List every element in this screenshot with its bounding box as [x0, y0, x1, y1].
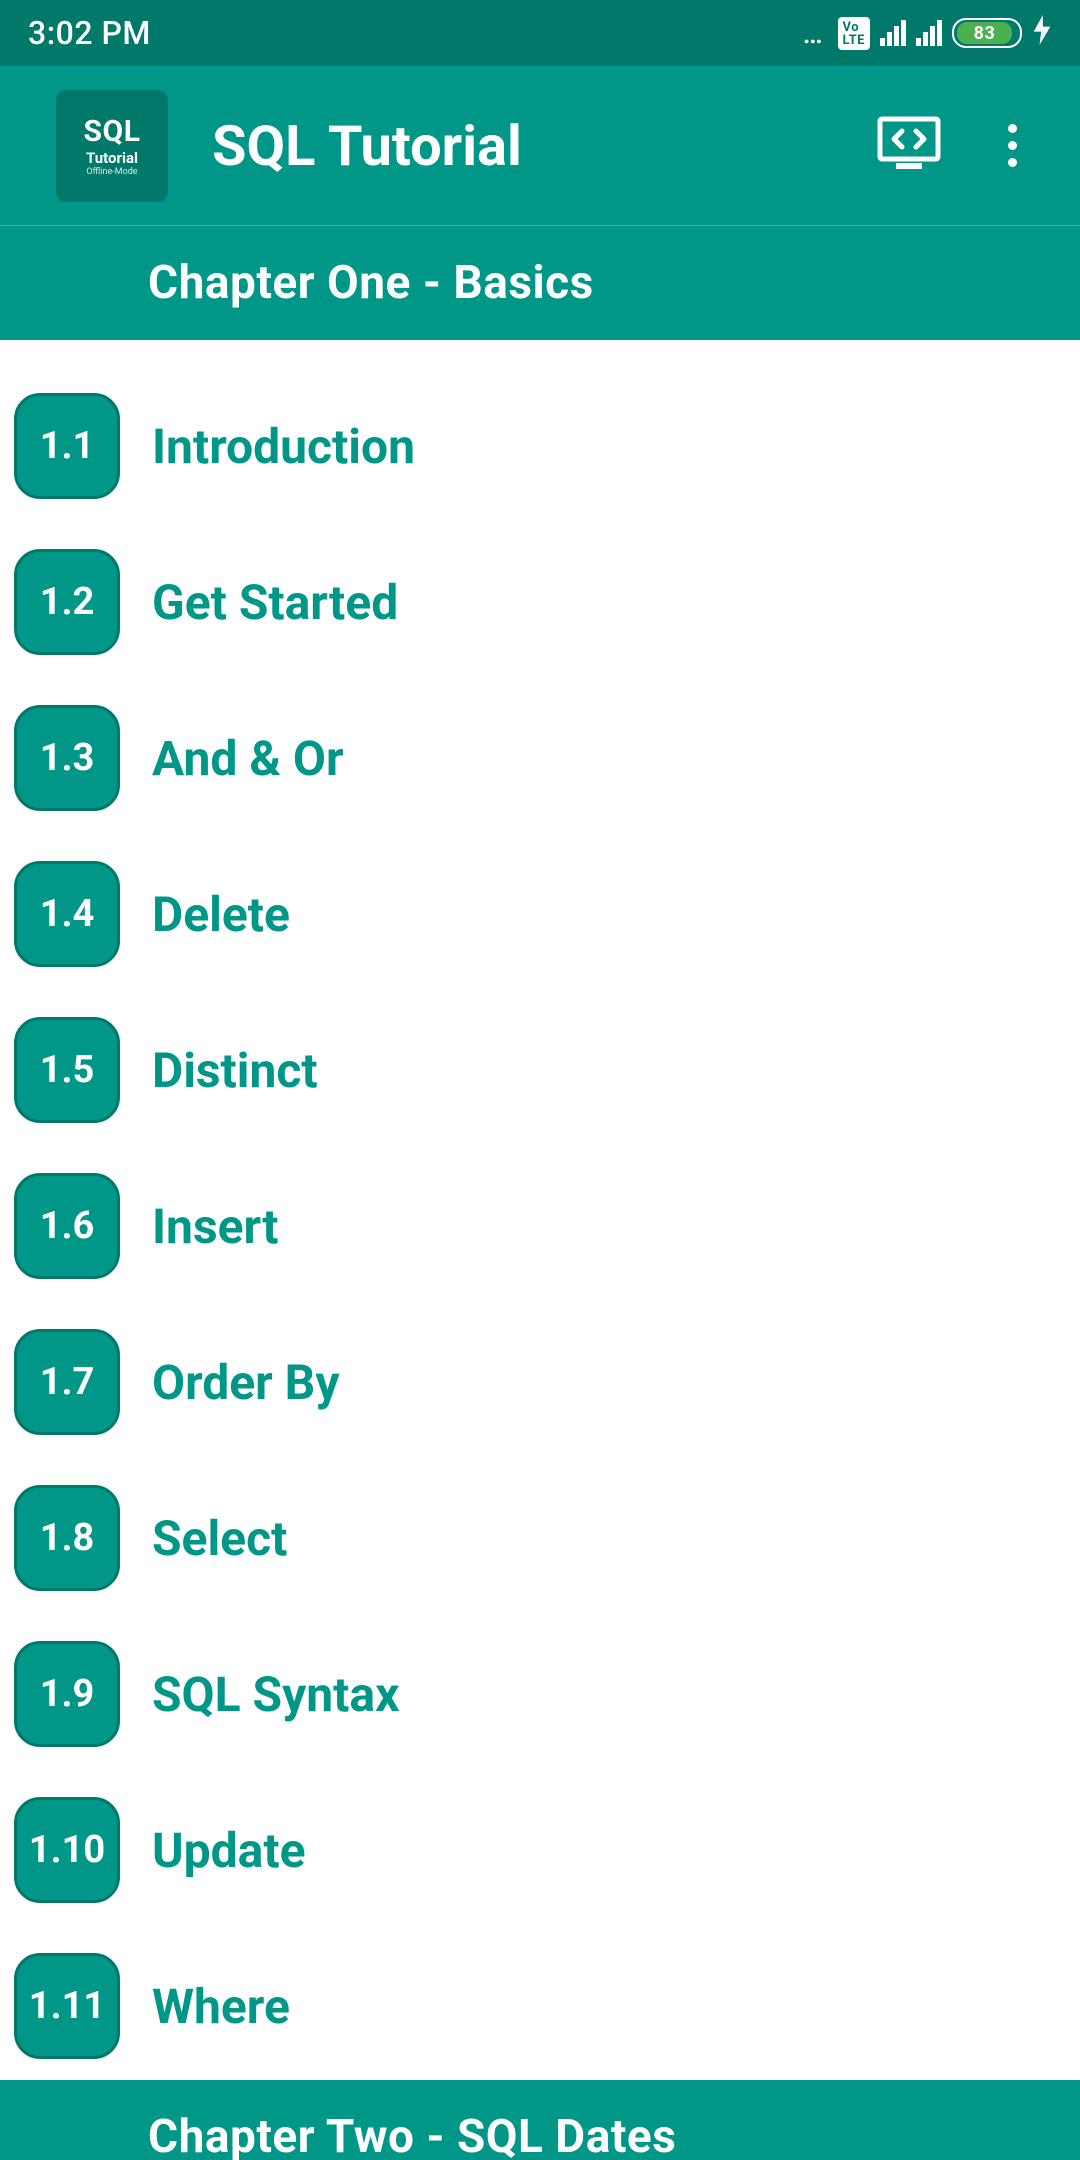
battery-level: 83	[957, 22, 1012, 44]
lesson-row[interactable]: 1.4 Delete	[0, 840, 1080, 988]
lesson-title: And & Or	[152, 730, 344, 787]
app-title: SQL Tutorial	[212, 113, 874, 179]
lesson-badge: 1.4	[14, 861, 120, 967]
signal-1-icon	[880, 20, 906, 46]
battery-icon: 83	[952, 18, 1022, 48]
lesson-title: Introduction	[152, 418, 415, 475]
lesson-title: Order By	[152, 1354, 339, 1411]
lesson-badge: 1.9	[14, 1641, 120, 1747]
lesson-badge: 1.3	[14, 705, 120, 811]
lesson-row[interactable]: 1.1 Introduction	[0, 372, 1080, 520]
lesson-row[interactable]: 1.8 Select	[0, 1464, 1080, 1612]
lesson-row[interactable]: 1.7 Order By	[0, 1308, 1080, 1456]
lesson-title: Where	[152, 1978, 290, 2035]
lesson-title: Delete	[152, 886, 290, 943]
chapter-header-2: Chapter Two - SQL Dates	[0, 2080, 1080, 2160]
logo-line1: SQL	[84, 114, 141, 149]
more-options-icon[interactable]	[988, 122, 1036, 170]
lesson-title: Get Started	[152, 574, 398, 631]
lesson-badge: 1.7	[14, 1329, 120, 1435]
lesson-row[interactable]: 1.5 Distinct	[0, 996, 1080, 1144]
lesson-title: Select	[152, 1510, 287, 1567]
signal-2-icon	[916, 20, 942, 46]
lesson-title: Insert	[152, 1198, 279, 1255]
lesson-badge: 1.10	[14, 1797, 120, 1903]
lesson-row[interactable]: 1.3 And & Or	[0, 684, 1080, 832]
logo-line2: Tutorial	[86, 149, 138, 167]
lesson-row[interactable]: 1.2 Get Started	[0, 528, 1080, 676]
lesson-title: Update	[152, 1822, 306, 1879]
logo-line3: Offline-Mode	[86, 167, 137, 177]
lesson-title: Distinct	[152, 1042, 318, 1099]
volte-icon: VoLTE	[838, 17, 870, 50]
lesson-badge: 1.1	[14, 393, 120, 499]
lesson-row[interactable]: 1.9 SQL Syntax	[0, 1620, 1080, 1768]
lesson-title: SQL Syntax	[152, 1666, 400, 1723]
lesson-badge: 1.2	[14, 549, 120, 655]
lesson-row[interactable]: 1.10 Update	[0, 1776, 1080, 1924]
lesson-badge: 1.11	[14, 1953, 120, 2059]
lesson-list-chapter-1: 1.1 Introduction 1.2 Get Started 1.3 And…	[0, 340, 1080, 2080]
lesson-badge: 1.5	[14, 1017, 120, 1123]
code-monitor-icon[interactable]	[874, 109, 944, 183]
lesson-row[interactable]: 1.11 Where	[0, 1932, 1080, 2080]
chapter-header-1: Chapter One - Basics	[0, 226, 1080, 340]
lesson-badge: 1.6	[14, 1173, 120, 1279]
app-bar: SQL Tutorial Offline-Mode SQL Tutorial	[0, 66, 1080, 226]
lesson-row[interactable]: 1.6 Insert	[0, 1152, 1080, 1300]
status-time: 3:02 PM	[28, 14, 151, 52]
lesson-badge: 1.8	[14, 1485, 120, 1591]
app-logo[interactable]: SQL Tutorial Offline-Mode	[56, 90, 168, 202]
status-bar: 3:02 PM … VoLTE 83	[0, 0, 1080, 66]
status-right: … VoLTE 83	[803, 15, 1052, 52]
charging-bolt-icon	[1032, 15, 1052, 52]
status-overflow-icon: …	[803, 17, 824, 50]
